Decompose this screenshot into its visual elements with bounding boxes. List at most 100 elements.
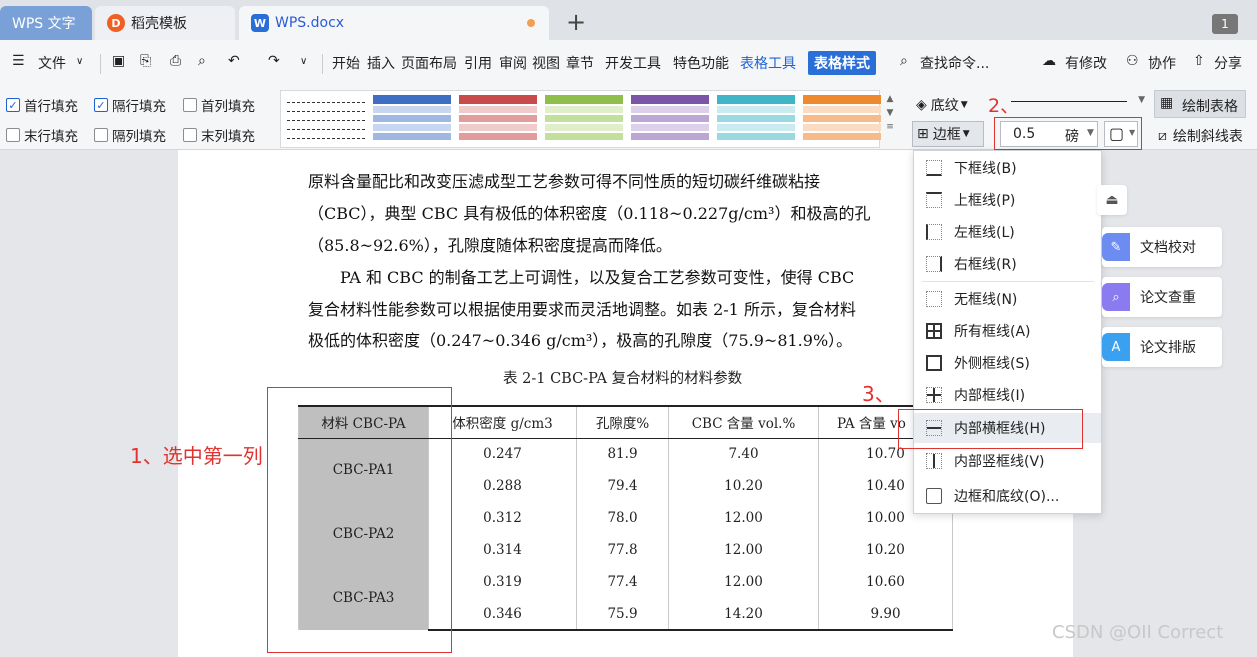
proofread-button[interactable]: ✎ 文档校对 (1102, 227, 1222, 267)
style-swatch-green[interactable] (545, 95, 623, 145)
save-icon[interactable]: ▣ (112, 53, 125, 69)
proofread-icon: ✎ (1102, 233, 1130, 261)
menu-features[interactable]: 特色功能 (673, 53, 729, 73)
menu-review[interactable]: 审阅 (499, 53, 527, 73)
table-cell[interactable]: 79.4 (576, 470, 669, 502)
chevron-down-icon[interactable]: ∨ (76, 56, 83, 67)
tab-daoke-template[interactable]: D 稻壳模板 (95, 6, 235, 40)
table-cell[interactable]: 77.4 (576, 566, 669, 598)
menu-item-no-border[interactable]: 无框线(N) (914, 284, 1101, 314)
plagiarism-button[interactable]: ⌕ 论文查重 (1102, 277, 1222, 317)
menu-item-all-borders[interactable]: 所有框线(A) (914, 316, 1101, 346)
table-cell[interactable]: 10.60 (818, 566, 953, 598)
print-icon[interactable]: ⎙ (170, 53, 181, 69)
menu-item-bottom-border[interactable]: 下框线(B) (914, 153, 1101, 183)
menu-start[interactable]: 开始 (332, 53, 360, 73)
style-swatch-plain[interactable] (287, 95, 365, 145)
menu-item-left-border[interactable]: 左框线(L) (914, 217, 1101, 247)
user-add-icon[interactable]: ⚇ (1126, 53, 1139, 69)
table-cell[interactable]: 14.20 (668, 598, 819, 631)
table-cell[interactable]: 12.00 (668, 502, 819, 534)
menu-table-style[interactable]: 表格样式 (808, 51, 876, 75)
table-cell[interactable]: 78.0 (576, 502, 669, 534)
menu-table-tools[interactable]: 表格工具 (740, 53, 796, 73)
table-header-cell[interactable]: CBC 含量 vol.% (668, 405, 819, 439)
table-cell[interactable]: 12.00 (668, 566, 819, 598)
bottom-border-icon (926, 160, 942, 176)
tab-label: WPS.docx (275, 15, 345, 31)
window-count-badge[interactable]: 1 (1212, 14, 1238, 34)
menu-item-right-border[interactable]: 右框线(R) (914, 249, 1101, 279)
tab-label: 稻壳模板 (131, 16, 187, 32)
thesis-layout-button[interactable]: A 论文排版 (1102, 327, 1222, 367)
body-line-4: PA 和 CBC 的制备工艺上可调性，以及复合工艺参数可变性，使得 CBC (308, 268, 855, 287)
last-col-fill-checkbox[interactable]: 末列填充 (183, 125, 255, 145)
share-icon[interactable]: ⇧ (1193, 53, 1205, 69)
menu-references[interactable]: 引用 (464, 53, 492, 73)
menu-item-borders-and-shading[interactable]: 边框和底纹(O)... (914, 481, 1101, 511)
menu-insert[interactable]: 插入 (367, 53, 395, 73)
inside-borders-icon (926, 387, 942, 403)
line-style-select[interactable]: ▼ (1007, 90, 1147, 114)
search-icon[interactable]: ⌕ (900, 53, 908, 69)
last-row-fill-checkbox[interactable]: 末行填充 (6, 125, 78, 145)
collapse-panel-icon[interactable]: ⏏ (1097, 185, 1127, 215)
cloud-icon[interactable]: ☁ (1042, 53, 1056, 69)
table-cell[interactable]: 75.9 (576, 598, 669, 631)
first-col-fill-checkbox[interactable]: 首列填充 (183, 95, 255, 115)
style-swatch-purple[interactable] (631, 95, 709, 145)
menu-item-inside-vertical-border[interactable]: 内部竖框线(V) (914, 446, 1101, 476)
print-preview-icon[interactable]: ⌕ (198, 53, 206, 69)
menu-view[interactable]: 视图 (532, 53, 560, 73)
style-swatch-red[interactable] (459, 95, 537, 145)
menu-file[interactable]: 文件 (38, 53, 66, 73)
menu-item-inside-borders[interactable]: 内部框线(I) (914, 380, 1101, 410)
gallery-scroll-icon[interactable]: ▲ ▼ ≡ (884, 92, 896, 146)
right-border-icon (926, 256, 942, 272)
shading-button[interactable]: ◈ 底纹 ▼ (916, 95, 968, 115)
export-icon[interactable]: ⎘ (140, 53, 151, 69)
draw-diagonal-button[interactable]: ⧄ 绘制斜线表 (1158, 126, 1243, 146)
table-header-cell[interactable]: 孔隙度% (576, 405, 669, 439)
menu-item-label: 外侧框线(S) (954, 356, 1030, 372)
top-border-icon (926, 192, 942, 208)
table-cell[interactable]: 81.9 (576, 438, 669, 470)
table-cell[interactable]: 77.8 (576, 534, 669, 566)
tab-document[interactable]: W WPS.docx (239, 6, 549, 40)
first-row-fill-checkbox[interactable]: ✓ 首行填充 (6, 95, 78, 115)
watermark: CSDN @OII Correct (1052, 622, 1224, 643)
share-button[interactable]: 分享 (1214, 53, 1242, 73)
table-cell[interactable]: 12.00 (668, 534, 819, 566)
alt-row-fill-checkbox[interactable]: ✓ 隔行填充 (94, 95, 166, 115)
undo-icon[interactable]: ↶ (228, 53, 240, 69)
option-label: 隔行填充 (112, 99, 166, 115)
redo-icon[interactable]: ↷ (268, 53, 280, 69)
style-swatch-cyan[interactable] (717, 95, 795, 145)
menu-chapter[interactable]: 章节 (566, 53, 594, 73)
collab-button[interactable]: 协作 (1148, 53, 1176, 73)
menu-page-layout[interactable]: 页面布局 (401, 53, 457, 73)
draw-table-button[interactable]: ▦ 绘制表格 (1154, 90, 1246, 118)
title-tab-bar: WPS 文字 D 稻壳模板 W WPS.docx + 1 (0, 0, 1257, 40)
table-cell[interactable]: 9.90 (818, 598, 953, 631)
menu-developer[interactable]: 开发工具 (605, 53, 661, 73)
table-cell[interactable]: 10.20 (668, 470, 819, 502)
menu-item-top-border[interactable]: 上框线(P) (914, 185, 1101, 215)
style-swatch-blue[interactable] (373, 95, 451, 145)
tab-wps-writer[interactable]: WPS 文字 (0, 6, 92, 40)
chevron-down-icon: ▼ (1138, 95, 1145, 105)
revise-button[interactable]: 有修改 (1065, 53, 1107, 73)
menu-item-label: 下框线(B) (954, 161, 1017, 177)
hamburger-icon[interactable]: ☰ (12, 53, 25, 69)
alt-col-fill-checkbox[interactable]: 隔列填充 (94, 125, 166, 145)
table-cell[interactable]: 10.20 (818, 534, 953, 566)
menu-item-outside-borders[interactable]: 外侧框线(S) (914, 348, 1101, 378)
table-cell[interactable]: 7.40 (668, 438, 819, 470)
body-line-3: （85.8~92.6%），孔隙度随体积密度提高而降低。 (308, 236, 672, 255)
annotation-step2: 2、 (988, 95, 1020, 117)
table-style-gallery (280, 90, 881, 148)
style-swatch-orange[interactable] (803, 95, 881, 145)
new-tab-button[interactable]: + (566, 8, 586, 36)
more-chevron-icon[interactable]: ∨ (300, 56, 307, 67)
command-search[interactable]: 查找命令... (920, 53, 989, 73)
